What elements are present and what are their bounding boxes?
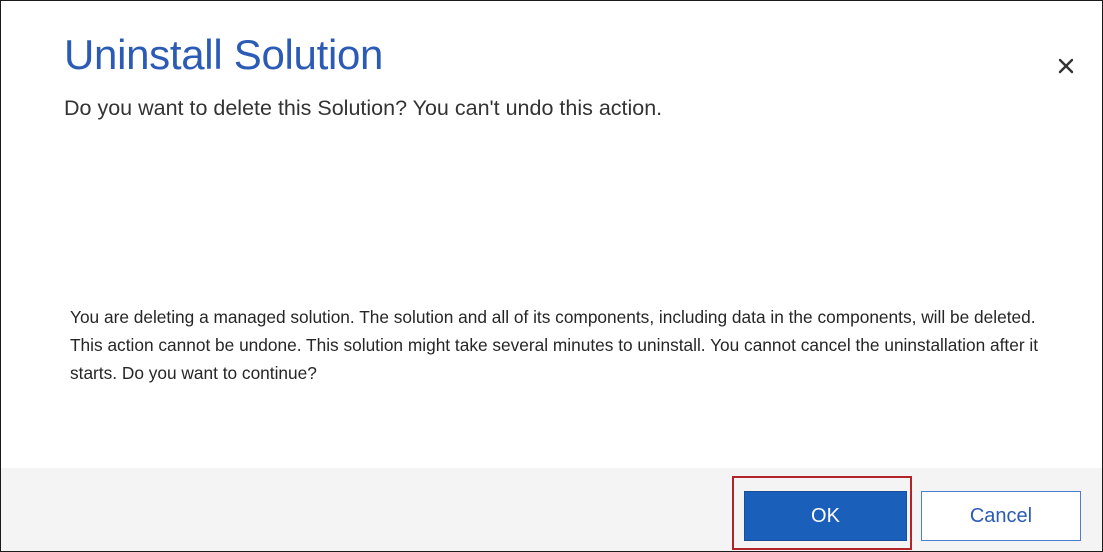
- close-icon: [1057, 57, 1075, 75]
- dialog-title: Uninstall Solution: [64, 31, 384, 78]
- ok-button[interactable]: OK: [744, 491, 907, 541]
- cancel-button[interactable]: Cancel: [921, 491, 1081, 541]
- close-button[interactable]: [1049, 49, 1083, 83]
- uninstall-solution-dialog: Uninstall Solution Do you want to delete…: [0, 0, 1103, 552]
- dialog-subtitle: Do you want to delete this Solution? You…: [64, 96, 663, 120]
- dialog-message: You are deleting a managed solution. The…: [70, 307, 1039, 383]
